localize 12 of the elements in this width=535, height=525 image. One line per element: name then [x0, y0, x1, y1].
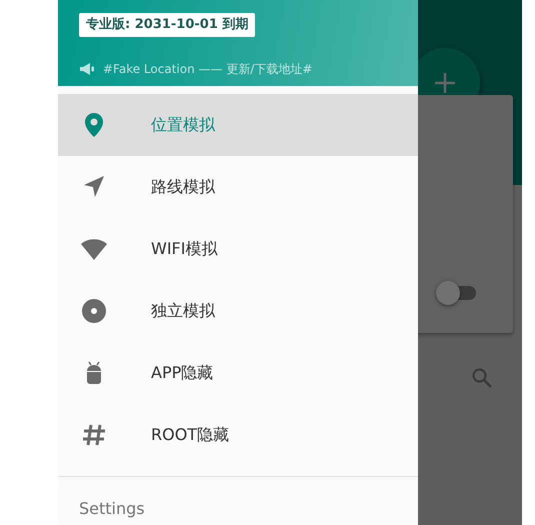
menu-item[interactable]: ROOT隐藏	[58, 404, 418, 466]
plus-icon	[434, 72, 456, 94]
menu-item[interactable]: 独立模拟	[58, 280, 418, 342]
toggle-switch[interactable]	[436, 281, 478, 305]
menu-item[interactable]: WIFI模拟	[58, 218, 418, 280]
menu-item[interactable]: 路线模拟	[58, 156, 418, 218]
megaphone-icon	[79, 62, 95, 76]
settings-label[interactable]: Settings	[58, 477, 145, 521]
search-icon[interactable]	[470, 366, 494, 390]
disc-icon	[80, 297, 108, 325]
menu-item[interactable]: APP隐藏	[58, 342, 418, 404]
license-badge: 专业版: 2031-10-01 到期	[79, 13, 256, 36]
